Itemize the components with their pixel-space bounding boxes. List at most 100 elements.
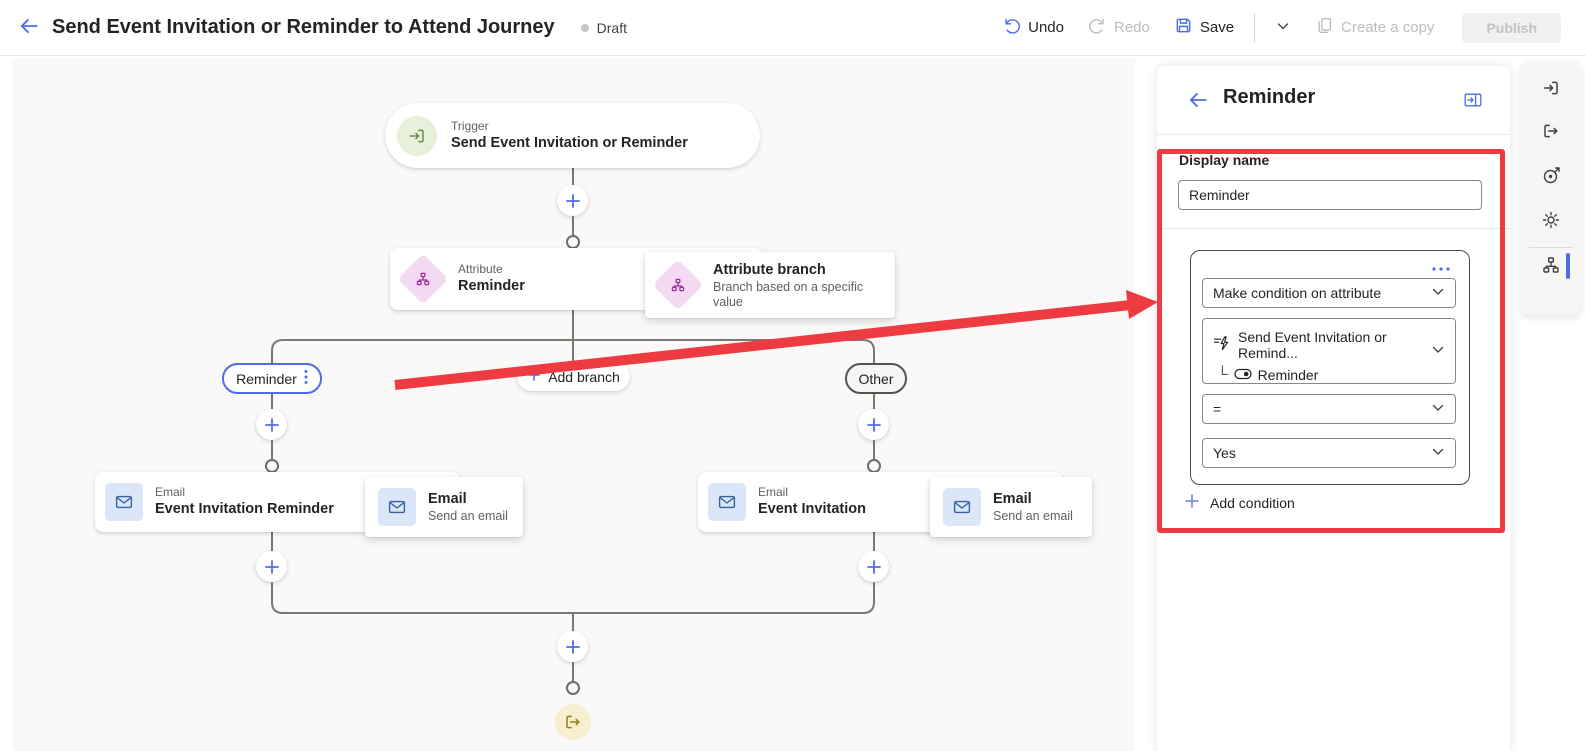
email-icon xyxy=(708,483,746,521)
page-title: Send Event Invitation or Reminder to Att… xyxy=(52,16,555,38)
node-kind-label: Email xyxy=(155,485,186,499)
node-kind-label: Attribute xyxy=(458,262,503,276)
node-title: Send Event Invitation or Reminder xyxy=(451,134,688,151)
save-button[interactable]: Save xyxy=(1166,10,1242,45)
display-name-label: Display name xyxy=(1179,152,1270,168)
node-title: Reminder xyxy=(458,278,525,294)
toolbar-actions: Undo Redo Save Create a copy Publish xyxy=(994,0,1561,55)
condition-group: Make condition on attribute Send Event I… xyxy=(1190,250,1470,485)
node-title: Event Invitation xyxy=(758,501,866,517)
trigger-node[interactable]: Trigger Send Event Invitation or Reminde… xyxy=(385,103,760,168)
trigger-enter-icon xyxy=(397,115,437,156)
condition-value-dropdown[interactable]: Yes xyxy=(1202,438,1456,468)
email-tooltip: Email Send an email xyxy=(365,477,523,537)
panel-title: Reminder xyxy=(1223,86,1316,108)
attribute-diamond-icon xyxy=(397,253,449,305)
settings-tab-button[interactable] xyxy=(1541,210,1561,230)
redo-icon xyxy=(1088,16,1107,39)
status-dot-icon xyxy=(580,23,589,32)
top-bar: Send Event Invitation or Reminder to Att… xyxy=(0,0,1585,56)
branch-label: Reminder xyxy=(236,370,297,387)
copy-icon xyxy=(1315,16,1334,39)
properties-panel: Reminder Display name Make condition on … xyxy=(1157,66,1510,751)
ellipsis-icon xyxy=(1431,260,1451,275)
tooltip-title: Attribute branch xyxy=(713,261,826,278)
email-icon xyxy=(105,483,143,521)
add-node-button[interactable] xyxy=(256,409,287,440)
branch-label: Other xyxy=(858,370,894,387)
add-branch-label: Add branch xyxy=(548,368,620,385)
tooltip-title: Email xyxy=(993,491,1032,507)
sitemap-icon xyxy=(1541,255,1561,278)
branch-pill-other[interactable]: Other xyxy=(845,363,907,394)
attribute-tooltip: Attribute branch Branch based on a speci… xyxy=(645,252,895,318)
condition-value: Yes xyxy=(1213,445,1236,461)
redo-button[interactable]: Redo xyxy=(1080,10,1158,45)
condition-attribute-child: Reminder xyxy=(1257,367,1319,383)
add-condition-label: Add condition xyxy=(1210,494,1295,511)
condition-operator-dropdown[interactable]: = xyxy=(1202,394,1456,424)
node-title: Event Invitation Reminder xyxy=(155,501,334,517)
email-tooltip: Email Send an email xyxy=(930,477,1092,537)
rail-divider xyxy=(1529,247,1573,248)
exit-tab-button[interactable] xyxy=(1541,121,1561,141)
save-icon xyxy=(1174,16,1193,39)
trigger-attribute-icon xyxy=(1213,335,1230,355)
add-node-button[interactable] xyxy=(858,409,889,440)
condition-type-dropdown[interactable]: Make condition on attribute xyxy=(1202,278,1456,308)
add-node-button[interactable] xyxy=(256,551,287,582)
undo-icon xyxy=(1002,16,1021,39)
toolbar-divider xyxy=(1254,12,1256,43)
back-arrow-icon xyxy=(18,15,40,40)
condition-attribute-dropdown[interactable]: Send Event Invitation or Remind... └ Rem… xyxy=(1202,318,1456,384)
add-node-button[interactable] xyxy=(557,185,588,216)
chevron-down-icon xyxy=(1430,284,1446,303)
display-name-input[interactable] xyxy=(1178,180,1482,210)
email-icon xyxy=(943,488,981,526)
save-split-chevron-button[interactable] xyxy=(1267,12,1299,44)
tree-elbow: └ xyxy=(1217,366,1228,383)
entry-tab-button[interactable] xyxy=(1541,78,1561,98)
add-branch-button[interactable]: Add branch xyxy=(517,362,630,391)
node-kind-label: Email xyxy=(758,485,789,499)
node-kind-label: Trigger xyxy=(451,118,489,133)
undo-button[interactable]: Undo xyxy=(994,10,1072,45)
plus-icon xyxy=(527,368,541,385)
tooltip-subtitle: Send an email xyxy=(993,509,1073,523)
journey-editor: Send Event Invitation or Reminder to Att… xyxy=(0,0,1585,751)
tooltip-subtitle: Branch based on a specific value xyxy=(713,279,864,309)
status-badge: Draft xyxy=(580,19,627,36)
kebab-menu-icon[interactable] xyxy=(304,369,308,388)
side-toolbar xyxy=(1521,62,1581,315)
add-node-button[interactable] xyxy=(557,631,588,662)
tooltip-subtitle: Send an email xyxy=(428,509,508,523)
back-button[interactable] xyxy=(12,11,46,45)
plus-icon xyxy=(1183,492,1201,513)
publish-button[interactable]: Publish xyxy=(1462,12,1561,43)
create-copy-button[interactable]: Create a copy xyxy=(1307,10,1442,45)
chevron-down-icon xyxy=(1430,444,1446,463)
condition-operator-value: = xyxy=(1213,401,1222,417)
journey-exit-icon[interactable] xyxy=(555,704,591,740)
back-arrow-icon xyxy=(1187,89,1209,114)
add-condition-button[interactable]: Add condition xyxy=(1177,491,1301,514)
chevron-down-icon xyxy=(1430,342,1446,361)
goal-tab-button[interactable] xyxy=(1541,166,1561,186)
add-node-button[interactable] xyxy=(858,551,889,582)
panel-back-button[interactable] xyxy=(1181,86,1211,116)
boolean-toggle-icon xyxy=(1233,367,1252,383)
condition-type-value: Make condition on attribute xyxy=(1213,285,1382,301)
email-icon xyxy=(378,488,416,526)
panel-divider xyxy=(1157,228,1510,229)
gear-icon xyxy=(1541,210,1561,233)
flow-tab-button[interactable] xyxy=(1541,255,1561,275)
branch-pill-reminder[interactable]: Reminder xyxy=(222,363,322,394)
chevron-down-icon xyxy=(1275,18,1291,38)
journey-canvas[interactable]: Trigger Send Event Invitation or Reminde… xyxy=(12,58,1135,751)
attribute-diamond-icon xyxy=(652,259,704,311)
more-options-button[interactable] xyxy=(1425,259,1457,275)
condition-attribute-value: Send Event Invitation or Remind... xyxy=(1238,329,1387,361)
exit-icon xyxy=(1541,121,1561,144)
open-side-pane-button[interactable] xyxy=(1456,89,1482,113)
status-label: Draft xyxy=(596,19,627,36)
